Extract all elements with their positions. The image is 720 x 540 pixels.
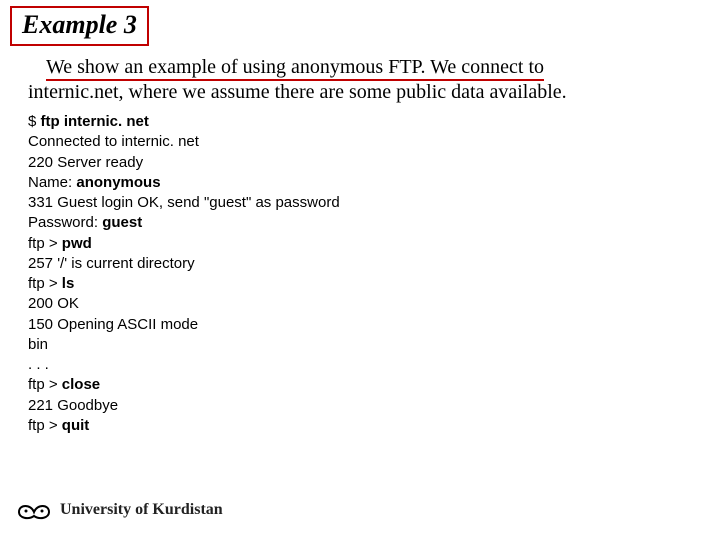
term-line: ftp > quit xyxy=(28,416,340,436)
term-line: 221 Goodbye xyxy=(28,396,340,416)
footer: University of Kurdistan xyxy=(16,498,223,522)
body-line-1: We show an example of using anonymous FT… xyxy=(46,56,544,81)
terminal-output: $ ftp internic. net Connected to interni… xyxy=(28,112,340,436)
footer-org: University of Kurdistan xyxy=(60,501,223,519)
term-line: . . . xyxy=(28,355,340,375)
term-line: 150 Opening ASCII mode xyxy=(28,315,340,335)
term-line: $ ftp internic. net xyxy=(28,112,340,132)
term-line: 331 Guest login OK, send "guest" as pass… xyxy=(28,193,340,213)
term-line: ftp > close xyxy=(28,375,340,395)
term-line: Name: anonymous xyxy=(28,173,340,193)
example-header-box: Example 3 xyxy=(10,6,149,46)
term-line: 257 '/' is current directory xyxy=(28,254,340,274)
example-title: Example 3 xyxy=(22,10,137,39)
term-line: bin xyxy=(28,335,340,355)
university-logo-icon xyxy=(16,498,52,522)
term-line: ftp > pwd xyxy=(28,234,340,254)
term-line: ftp > ls xyxy=(28,274,340,294)
body-paragraph: We show an example of using anonymous FT… xyxy=(28,55,700,105)
term-line: 220 Server ready xyxy=(28,153,340,173)
term-line: Connected to internic. net xyxy=(28,132,340,152)
term-line: 200 OK xyxy=(28,294,340,314)
body-line-2: internic.net, where we assume there are … xyxy=(28,81,567,103)
term-line: Password: guest xyxy=(28,213,340,233)
